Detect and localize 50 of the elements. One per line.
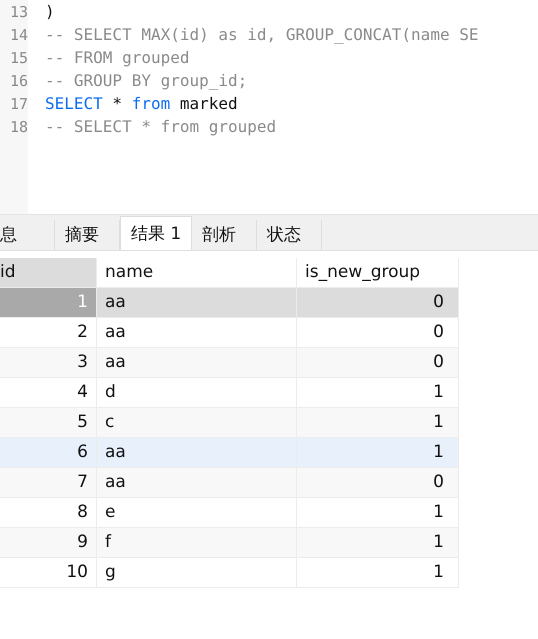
table-cell: 3 [0,348,97,377]
result-tab[interactable]: 结果 1 [120,216,192,250]
result-tab[interactable]: 息 [0,220,55,250]
code-line: -- SELECT * from grouped [45,117,276,136]
result-tab[interactable]: 状态 [257,220,322,250]
code-line: -- GROUP BY group_id; [45,71,248,90]
result-tab[interactable]: 剖析 [192,220,258,250]
code-line: -- FROM grouped [45,48,190,67]
code-line: -- SELECT MAX(id) as id, GROUP_CONCAT(name SE [45,25,478,44]
line-number: 13 [8,2,28,20]
table-cell: 5 [0,408,97,437]
table-cell: 6 [0,438,97,467]
code-line: SELECT * from marked [45,94,238,113]
table-cell: 2 [0,318,97,347]
table-cell: 10 [0,558,97,587]
code-line: ) [45,2,55,21]
table-cell: aa [97,318,297,347]
table-cell: 1 [297,558,459,587]
table-cell: 1 [297,408,459,437]
table-cell: c [97,408,297,437]
line-number: 18 [8,118,28,136]
line-number: 17 [8,94,28,112]
table-cell: aa [97,348,297,377]
table-cell: aa [97,288,297,317]
table-cell: 7 [0,468,97,497]
column-header[interactable]: id [0,258,97,287]
table-cell: 1 [0,288,97,317]
table-cell: 8 [0,498,97,527]
table-cell: 0 [297,468,459,497]
line-number: 16 [8,72,28,90]
line-number: 15 [8,48,28,66]
table-cell: aa [97,468,297,497]
column-header[interactable]: name [97,258,297,287]
line-number: 14 [8,26,28,44]
column-header[interactable]: is_new_group [297,258,459,287]
table-cell: 0 [297,318,459,347]
table-cell: e [97,498,297,527]
table-cell: 4 [0,378,97,407]
table-cell: 1 [297,378,459,407]
table-cell: g [97,558,297,587]
table-cell: d [97,378,297,407]
code-editor[interactable]: 13 ) 14 -- SELECT MAX(id) as id, GROUP_CONCAT(name SE 15 -- FROM grouped 16 -- GROUP BY group_id; 17 SELECT * from marked 18 -- SELECT * from grouped [0,0,538,215]
table-cell: 1 [297,438,459,467]
table-cell: 1 [297,528,459,557]
table-cell: 1 [297,498,459,527]
table-cell: f [97,528,297,557]
table-cell: 9 [0,528,97,557]
table-cell: 0 [297,288,459,317]
table-cell: aa [97,438,297,467]
table-cell: 0 [297,348,459,377]
